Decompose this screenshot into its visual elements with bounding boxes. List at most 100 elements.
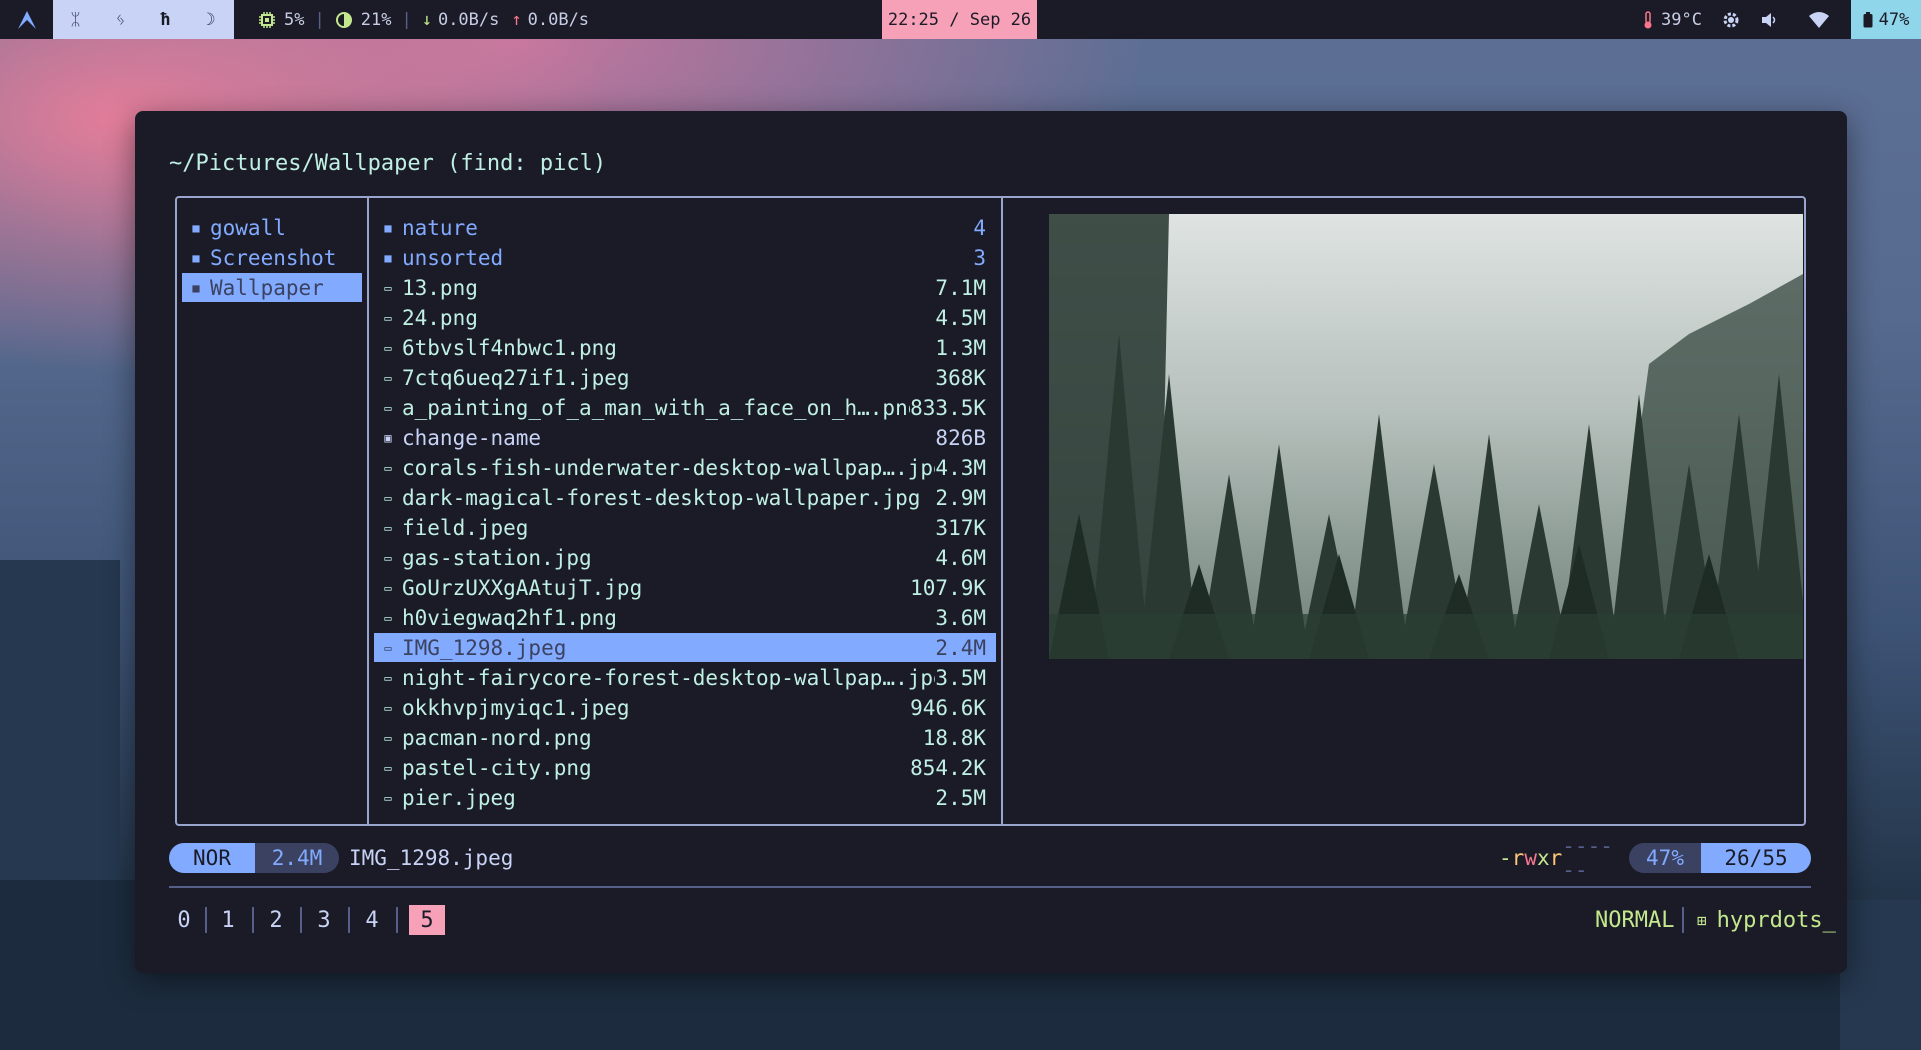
folder-icon: ■ bbox=[384, 250, 392, 265]
divider bbox=[169, 886, 1811, 888]
file-list-item[interactable]: ▭ okkhvpjmyiqc1.jpeg 946.6K bbox=[374, 693, 996, 722]
memory-icon bbox=[335, 11, 353, 29]
folder-icon: ■ bbox=[192, 250, 200, 265]
workspace-1[interactable]: ᛯ bbox=[53, 10, 98, 30]
divider bbox=[348, 907, 350, 933]
image-file-icon: ▭ bbox=[384, 730, 392, 745]
folder-icon: ■ bbox=[192, 280, 200, 295]
current-directory-pane: ■ nature 4 ■ unsorted 3 ▭ 13.png 7.1M ▭ 24.png 4… bbox=[369, 198, 1001, 824]
current-path: ~/Pictures/Wallpaper (find: picl) bbox=[169, 151, 607, 176]
clock[interactable]: 22:25 / Sep 26 bbox=[882, 0, 1037, 39]
thermometer-icon bbox=[1643, 10, 1653, 29]
net-up-rate: 0.0B/s bbox=[527, 9, 590, 30]
temperature: 39°C bbox=[1661, 9, 1702, 30]
divider bbox=[300, 907, 302, 933]
file-list-item[interactable]: ▭ gas-station.jpg 4.6M bbox=[374, 543, 996, 572]
file-list-item[interactable]: ■ unsorted 3 bbox=[374, 243, 996, 272]
arch-logo-icon[interactable] bbox=[0, 0, 53, 39]
image-file-icon: ▭ bbox=[384, 400, 392, 415]
terminal-window: ~/Pictures/Wallpaper (find: picl) ■ gowa… bbox=[135, 111, 1847, 973]
scroll-percent: 47% bbox=[1629, 843, 1701, 873]
file-list-item[interactable]: ▭ 13.png 7.1M bbox=[374, 273, 996, 302]
file-list-item[interactable]: ▭ pacman-nord.png 18.8K bbox=[374, 723, 996, 752]
battery-icon bbox=[1863, 11, 1873, 28]
workspace-switcher: ᛯ ᛃ ħ ☽ bbox=[53, 0, 234, 39]
top-status-bar: ᛯ ᛃ ħ ☽ 5% | 21% | ↓ 0.0B/s ↑ 0.0B/s 22:… bbox=[0, 0, 1921, 39]
file-manager-panes: ■ gowall ■ Screenshot ■ Wallpaper ■ natur… bbox=[175, 196, 1806, 826]
parent-dir-item[interactable]: ■ Screenshot bbox=[182, 243, 362, 272]
image-file-icon: ▭ bbox=[384, 700, 392, 715]
parent-dir-item-selected[interactable]: ■ Wallpaper bbox=[182, 273, 362, 302]
folder-icon: ■ bbox=[192, 220, 200, 235]
tmux-window-tab[interactable]: 2 bbox=[265, 905, 287, 935]
file-list-item[interactable]: ▭ GoUrzUXXgAAtujT.jpg 107.9K bbox=[374, 573, 996, 602]
file-list-item[interactable]: ▣ change-name 826B bbox=[374, 423, 996, 452]
selected-file-name: IMG_1298.jpeg bbox=[349, 846, 514, 870]
divider bbox=[396, 907, 398, 933]
background-building-right bbox=[1840, 900, 1921, 1050]
image-file-icon: ▭ bbox=[384, 370, 392, 385]
file-list-item[interactable]: ▭ 24.png 4.5M bbox=[374, 303, 996, 332]
background-building-bottom bbox=[120, 973, 1921, 1050]
file-list-item-selected[interactable]: ▭ IMG_1298.jpeg 2.4M bbox=[374, 633, 996, 662]
memory-usage: 21% bbox=[360, 9, 392, 30]
download-arrow-icon: ↓ bbox=[421, 9, 432, 30]
file-list-item[interactable]: ▭ h0viegwaq2hf1.png 3.6M bbox=[374, 603, 996, 632]
mode-indicator: NOR bbox=[169, 843, 255, 873]
file-list-item[interactable]: ▭ a_painting_of_a_man_with_a_face_on_h….p… bbox=[374, 393, 996, 422]
session-icon: ⊞ bbox=[1697, 910, 1707, 930]
net-down-rate: 0.0B/s bbox=[437, 9, 500, 30]
image-file-icon: ▭ bbox=[384, 280, 392, 295]
image-file-icon: ▭ bbox=[384, 640, 392, 655]
image-file-icon: ▭ bbox=[384, 520, 392, 535]
image-file-icon: ▭ bbox=[384, 760, 392, 775]
workspace-3[interactable]: ħ bbox=[143, 10, 188, 30]
image-file-icon: ▭ bbox=[384, 460, 392, 475]
settings-gear-icon[interactable] bbox=[1722, 11, 1740, 29]
file-permissions: - r w x r ------ bbox=[1499, 834, 1613, 882]
status-line: NOR 2.4M IMG_1298.jpeg - r w x r ------ 47% 2… bbox=[169, 834, 1811, 882]
file-list-item[interactable]: ▭ corals-fish-underwater-desktop-wallpap…… bbox=[374, 453, 996, 482]
parent-directory-pane: ■ gowall ■ Screenshot ■ Wallpaper bbox=[177, 198, 367, 824]
selected-file-size: 2.4M bbox=[255, 843, 339, 873]
tmux-status-bar: 0 1 2 3 4 5 NORMAL ⊞ hyprdots_ bbox=[169, 901, 1836, 941]
file-list-item[interactable]: ▭ field.jpeg 317K bbox=[374, 513, 996, 542]
file-list-item[interactable]: ▭ 6tbvslf4nbwc1.png 1.3M bbox=[374, 333, 996, 362]
divider bbox=[205, 907, 207, 933]
file-list-item[interactable]: ■ nature 4 bbox=[374, 213, 996, 242]
battery-indicator[interactable]: 47% bbox=[1851, 0, 1921, 39]
parent-dir-item[interactable]: ■ gowall bbox=[182, 213, 362, 242]
image-file-icon: ▭ bbox=[384, 340, 392, 355]
tmux-window-tab-active[interactable]: 5 bbox=[409, 905, 445, 935]
image-file-icon: ▭ bbox=[384, 310, 392, 325]
tmux-session-name: ⊞ hyprdots_ bbox=[1697, 907, 1836, 933]
divider: | bbox=[401, 9, 412, 30]
volume-icon[interactable] bbox=[1760, 12, 1778, 28]
image-file-icon: ▭ bbox=[384, 790, 392, 805]
tmux-window-tab[interactable]: 4 bbox=[361, 905, 383, 935]
vim-mode-indicator: NORMAL bbox=[1595, 907, 1675, 933]
tmux-window-tab[interactable]: 0 bbox=[173, 905, 195, 935]
workspace-4[interactable]: ☽ bbox=[188, 10, 233, 30]
upload-arrow-icon: ↑ bbox=[511, 9, 522, 30]
folder-icon: ■ bbox=[384, 220, 392, 235]
divider bbox=[1682, 907, 1684, 933]
image-file-icon: ▭ bbox=[384, 610, 392, 625]
tmux-window-tab[interactable]: 3 bbox=[313, 905, 335, 935]
wifi-icon[interactable] bbox=[1808, 11, 1830, 28]
file-list-item[interactable]: ▭ pier.jpeg 2.5M bbox=[374, 783, 996, 812]
divider: | bbox=[314, 9, 325, 30]
file-list-item[interactable]: ▭ night-fairycore-forest-desktop-wallpap…… bbox=[374, 663, 996, 692]
workspace-2[interactable]: ᛃ bbox=[98, 10, 143, 30]
tmux-window-tab[interactable]: 1 bbox=[217, 905, 239, 935]
cpu-usage: 5% bbox=[284, 9, 305, 30]
file-list-item[interactable]: ▭ dark-magical-forest-desktop-wallpaper.j… bbox=[374, 483, 996, 512]
file-list-item[interactable]: ▭ 7ctq6ueq27if1.jpeg 368K bbox=[374, 363, 996, 392]
divider bbox=[252, 907, 254, 933]
image-file-icon: ▭ bbox=[384, 550, 392, 565]
system-stats: 5% | 21% | ↓ 0.0B/s ↑ 0.0B/s bbox=[258, 0, 589, 39]
image-file-icon: ▭ bbox=[384, 580, 392, 595]
file-list-item[interactable]: ▭ pastel-city.png 854.2K bbox=[374, 753, 996, 782]
cursor-position: 26/55 bbox=[1701, 843, 1811, 873]
pane-divider bbox=[1001, 198, 1003, 824]
